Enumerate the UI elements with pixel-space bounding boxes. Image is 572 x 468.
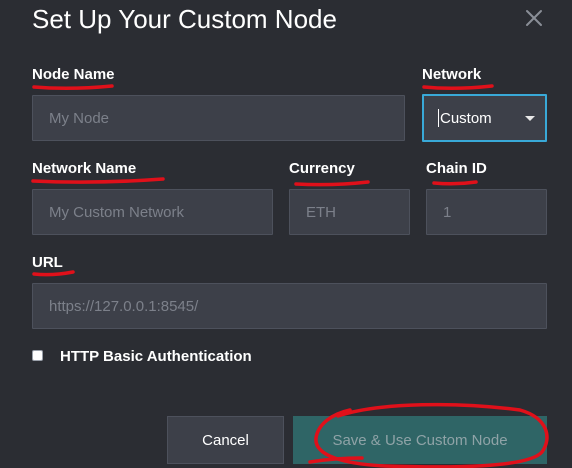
cancel-button[interactable]: Cancel	[167, 416, 284, 464]
annotation-underline-node-name	[32, 84, 114, 91]
annotation-underline-url	[32, 270, 75, 277]
text-cursor	[438, 109, 439, 127]
dialog-title: Set Up Your Custom Node	[32, 4, 337, 34]
http-basic-auth-checkbox[interactable]	[32, 350, 43, 361]
network-name-input[interactable]	[32, 189, 273, 235]
network-label: Network	[422, 66, 482, 83]
network-selected-value: Custom	[440, 109, 492, 127]
node-name-input[interactable]	[32, 95, 405, 141]
annotation-underline-chain-id	[432, 180, 478, 186]
chain-id-label: Chain ID	[426, 160, 487, 177]
url-label: URL	[32, 254, 63, 271]
node-name-label: Node Name	[32, 66, 115, 83]
annotation-underline-network	[422, 84, 494, 91]
chain-id-input[interactable]	[426, 189, 547, 235]
network-select[interactable]: Custom	[422, 94, 547, 142]
currency-input[interactable]	[289, 189, 410, 235]
chevron-down-icon	[525, 116, 535, 121]
network-name-label: Network Name	[32, 160, 137, 177]
annotation-underline-network-name	[31, 177, 165, 184]
http-basic-auth-label[interactable]: HTTP Basic Authentication	[60, 348, 252, 366]
annotation-underline-currency	[294, 180, 370, 187]
close-icon[interactable]	[522, 6, 546, 30]
url-input[interactable]	[32, 283, 547, 329]
currency-label: Currency	[289, 160, 355, 177]
save-and-use-custom-node-button[interactable]: Save & Use Custom Node	[293, 416, 547, 464]
